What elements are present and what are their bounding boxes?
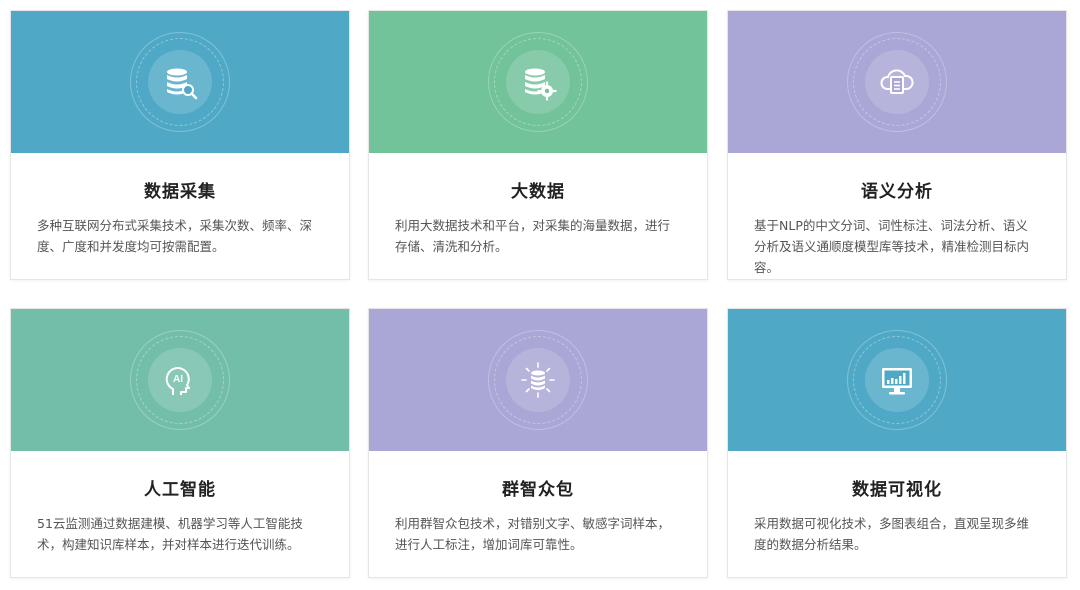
card-banner [369,11,707,153]
ai-head-icon: AI [161,361,199,399]
svg-text:AI: AI [173,374,183,385]
card-description: 利用大数据技术和平台，对采集的海量数据，进行存储、清洗和分析。 [395,218,671,254]
card-title: 数据采集 [144,182,216,202]
card-banner [369,309,707,451]
card-banner: AI [11,309,349,451]
feature-card-data-visualization[interactable]: 数据可视化 采用数据可视化技术，多图表组合，直观呈现多维度的数据分析结果。 [727,308,1067,578]
card-title: 人工智能 [144,480,216,500]
database-burst-icon [519,361,557,399]
card-title: 群智众包 [502,480,574,500]
card-description: 基于NLP的中文分词、词性标注、词法分析、语义分析及语义通顺度模型库等技术，精准… [754,218,1030,275]
card-description: 采用数据可视化技术，多图表组合，直观呈现多维度的数据分析结果。 [754,516,1030,552]
card-description: 利用群智众包技术，对错别文字、敏感字词样本，进行人工标注，增加词库可靠性。 [395,516,671,552]
card-banner [11,11,349,153]
database-search-icon [161,63,199,101]
database-gear-icon [519,63,557,101]
feature-card-big-data[interactable]: 大数据 利用大数据技术和平台，对采集的海量数据，进行存储、清洗和分析。 [368,10,708,280]
card-title: 语义分析 [861,182,933,202]
feature-card-data-collection[interactable]: 数据采集 多种互联网分布式采集技术，采集次数、频率、深度、广度和并发度均可按需配… [10,10,350,280]
feature-card-artificial-intelligence[interactable]: AI 人工智能 51云监测通过数据建模、机器学习等人工智能技术，构建知识库样本，… [10,308,350,578]
card-description: 多种互联网分布式采集技术，采集次数、频率、深度、广度和并发度均可按需配置。 [37,218,313,254]
monitor-chart-icon [878,361,916,399]
card-title: 大数据 [511,182,565,202]
card-title: 数据可视化 [852,480,942,500]
feature-card-semantic-analysis[interactable]: 语义分析 基于NLP的中文分词、词性标注、词法分析、语义分析及语义通顺度模型库等… [727,10,1067,280]
cloud-document-icon [878,63,916,101]
card-banner [728,309,1066,451]
card-description: 51云监测通过数据建模、机器学习等人工智能技术，构建知识库样本，并对样本进行迭代… [37,516,303,552]
feature-card-crowdsourcing[interactable]: 群智众包 利用群智众包技术，对错别文字、敏感字词样本，进行人工标注，增加词库可靠… [368,308,708,578]
card-banner [728,11,1066,153]
